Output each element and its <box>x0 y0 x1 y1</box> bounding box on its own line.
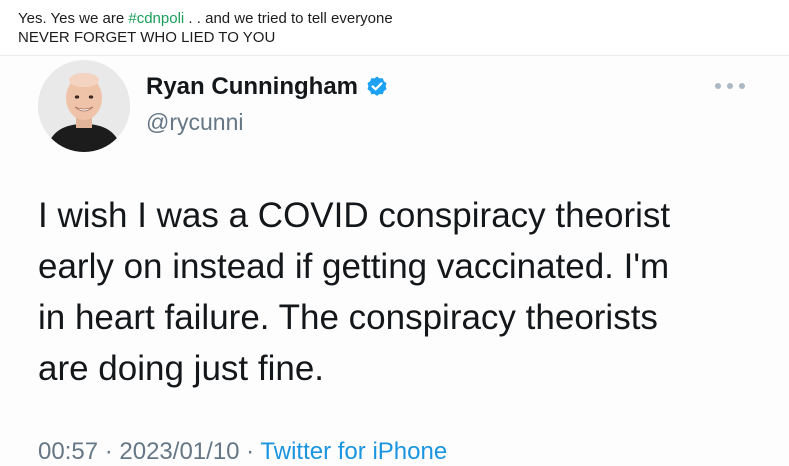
tweet-time[interactable]: 00:57 <box>38 438 98 465</box>
more-dot <box>727 83 733 89</box>
tweet-date[interactable]: 2023/01/10 <box>119 438 239 465</box>
display-name[interactable]: Ryan Cunningham <box>146 73 358 101</box>
more-dot <box>715 83 721 89</box>
caption-line-1: Yes. Yes we are #cdnpoli . . and we trie… <box>18 9 393 28</box>
caption-text-prefix: Yes. Yes we are <box>18 10 129 27</box>
avatar-portrait-icon <box>38 60 130 152</box>
embedded-tweet-screenshot: Ryan Cunningham @rycunni I wish I was a … <box>0 55 789 466</box>
user-handle[interactable]: @rycunni <box>146 109 244 136</box>
meta-separator: · <box>239 438 261 465</box>
more-dot <box>739 83 745 89</box>
hashtag-link[interactable]: #cdnpoli <box>128 10 184 27</box>
user-avatar[interactable] <box>38 60 130 152</box>
caption-line-2: NEVER FORGET WHO LIED TO YOU <box>18 29 276 46</box>
verified-badge-icon <box>367 76 387 96</box>
tweet-metadata: 00:57 · 2023/01/10 · Twitter for iPhone <box>38 438 447 466</box>
post-caption: Yes. Yes we are #cdnpoli . . and we trie… <box>18 9 393 47</box>
meta-separator: · <box>98 438 120 465</box>
tweet-text: I wish I was a COVID conspiracy theorist… <box>38 196 671 388</box>
more-options-icon[interactable] <box>715 78 745 94</box>
tweet-source-link[interactable]: Twitter for iPhone <box>260 438 447 465</box>
caption-text-suffix: . . and we tried to tell everyone <box>184 10 393 27</box>
display-name-row: Ryan Cunningham <box>146 73 389 101</box>
